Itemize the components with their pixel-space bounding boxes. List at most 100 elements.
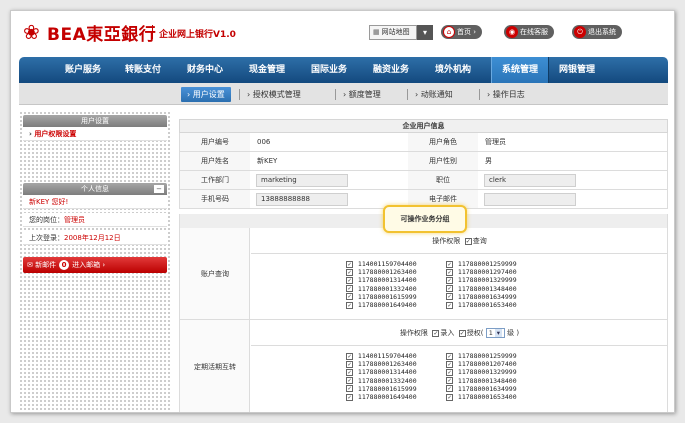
query-checkbox-label: 查询: [472, 237, 487, 245]
header: ❀ BEA東亞銀行 企业网上银行V1.0 ▦ 网站地图 ▾ ⌂ 首页 › ◉ 在线客服…: [11, 11, 674, 53]
table-row: 工作部门 marketing 职位 clerk: [179, 171, 668, 190]
list-item[interactable]: ✓ 117880001615999: [346, 385, 417, 393]
table-row: 用户姓名 新KEY 用户性别 男: [179, 152, 668, 171]
subnav-divider: [407, 89, 408, 100]
list-item[interactable]: ✓ 117880001634999: [446, 293, 517, 301]
online-service-button[interactable]: ◉ 在线客服: [504, 25, 554, 39]
user-settings-panel-title: 用户设置: [23, 115, 167, 127]
subnav-divider: [335, 89, 336, 100]
enter-mailbox-link[interactable]: 进入邮箱 ›: [72, 261, 105, 269]
perm-label: 操作权限: [432, 237, 461, 245]
gender-value: 男: [485, 157, 492, 165]
list-item[interactable]: ✓ 117880001649400: [346, 301, 417, 309]
last-login-label: 上次登录：: [29, 234, 64, 242]
subnav-auth-mode-label: 授权模式管理: [252, 90, 301, 99]
sidebar-item-label: 用户权限设置: [34, 130, 77, 138]
list-item[interactable]: ✓ 117880001314400: [346, 276, 417, 284]
subnav-divider: [479, 89, 480, 100]
list-item[interactable]: ✓ 117880001348400: [446, 377, 517, 385]
list-item[interactable]: ✓ 117880001634999: [446, 385, 517, 393]
nav-account-service[interactable]: 账户服务: [65, 57, 101, 83]
subnav-log[interactable]: › 操作日志: [487, 87, 525, 102]
level-select[interactable]: 1 ▾: [485, 328, 505, 338]
fixed-transfer-label: 定期活期互转: [180, 320, 250, 412]
query-checkbox[interactable]: ✓: [464, 237, 472, 245]
last-login-row: 上次登录：2008年12月12日: [23, 231, 167, 245]
sidebar-item-user-permission[interactable]: › 用户权限设置: [23, 127, 167, 141]
personal-info-panel-title: 个人信息 −: [23, 183, 167, 195]
nav-financing[interactable]: 融资业务: [373, 57, 409, 83]
app-window: ❀ BEA東亞銀行 企业网上银行V1.0 ▦ 网站地图 ▾ ⌂ 首页 › ◉ 在线客服…: [10, 10, 675, 413]
subnav-user-settings-label: 用户设置: [192, 90, 225, 99]
account-query-block: 账户查询 操作权限 ✓ 查询 ✓ 114001159704400 ✓ 117880…: [179, 228, 668, 320]
collapse-icon[interactable]: −: [154, 185, 164, 193]
subnav-auth-mode[interactable]: › 授权模式管理: [247, 87, 301, 102]
list-item[interactable]: ✓ 117880001329999: [446, 276, 517, 284]
list-item[interactable]: ✓ 117880001297400: [446, 268, 517, 276]
position-label: 职位: [408, 171, 478, 189]
list-item[interactable]: ✓ 117880001615999: [346, 293, 417, 301]
list-item[interactable]: ✓ 117880001314400: [346, 368, 417, 376]
bank-logo-text: BEA東亞銀行: [47, 25, 157, 45]
phone-input[interactable]: 13888888888: [256, 193, 348, 206]
approve-checkbox[interactable]: ✓: [458, 329, 466, 337]
list-item[interactable]: ✓ 114001159704400: [346, 260, 417, 268]
position-input[interactable]: clerk: [484, 174, 576, 187]
dept-label: 工作部门: [180, 171, 250, 189]
name-value: 新KEY: [257, 157, 278, 165]
account-list-col2: ✓ 117880001259999 ✓ 117880001297400 ✓ 11…: [446, 260, 517, 309]
list-item[interactable]: ✓ 117880001207400: [446, 360, 517, 368]
list-item[interactable]: ✓ 117880001263400: [346, 268, 417, 276]
subnav-notify-label: 动账通知: [420, 90, 453, 99]
fixed-transfer-permissions: 操作权限 ✓ 录入 ✓ 授权( 1 ▾ 级 ): [251, 320, 668, 346]
list-item[interactable]: ✓ 117880001332400: [346, 285, 417, 293]
list-item[interactable]: ✓ 117880001348400: [446, 285, 517, 293]
transfer-account-list-col1: ✓ 114001159704400 ✓ 117880001263400 ✓ 11…: [346, 352, 417, 401]
logo-divider: [152, 25, 153, 39]
nav-transfer-payment[interactable]: 转账支付: [125, 57, 161, 83]
fixed-transfer-block: 定期活期互转 操作权限 ✓ 录入 ✓ 授权( 1 ▾ 级 ) ✓ 1140011597…: [179, 320, 668, 412]
nav-cash-management[interactable]: 现金管理: [249, 57, 285, 83]
chat-icon: ◉: [506, 26, 518, 38]
nav-overseas[interactable]: 境外机构: [435, 57, 471, 83]
account-query-label: 账户查询: [180, 228, 250, 319]
list-item[interactable]: ✓ 117880001332400: [346, 377, 417, 385]
dept-input[interactable]: marketing: [256, 174, 348, 187]
email-input[interactable]: [484, 193, 576, 206]
nav-finance-center[interactable]: 财务中心: [187, 57, 223, 83]
list-item[interactable]: ✓ 117880001259999: [446, 352, 517, 360]
list-item[interactable]: ✓ 117880001329999: [446, 368, 517, 376]
mail-bar[interactable]: ✉ 新邮件 0 进入邮箱 ›: [23, 257, 167, 273]
chevron-down-icon[interactable]: ▾: [417, 25, 433, 40]
list-item[interactable]: ✓ 117880001653400: [446, 301, 517, 309]
account-query-label-text: 账户查询: [201, 269, 229, 278]
list-item[interactable]: ✓ 114001159704400: [346, 352, 417, 360]
home-button[interactable]: ⌂ 首页 ›: [441, 25, 483, 39]
entry-checkbox-label: 录入: [440, 329, 455, 337]
subnav-user-settings[interactable]: › 用户设置: [181, 87, 231, 102]
sub-nav: › 用户设置 › 授权模式管理 › 额度管理 › 动账通知 › 操作日志: [19, 83, 668, 105]
list-item[interactable]: ✓ 117880001259999: [446, 260, 517, 268]
list-item[interactable]: ✓ 117880001653400: [446, 393, 517, 401]
subnav-divider: [239, 89, 240, 100]
logout-button[interactable]: ⏻ 退出系统: [572, 25, 622, 39]
bea-logo-icon: ❀: [23, 20, 40, 44]
entry-checkbox[interactable]: ✓: [432, 329, 440, 337]
list-item[interactable]: ✓ 117880001649400: [346, 393, 417, 401]
nav-system-management[interactable]: 系统管理: [491, 57, 550, 83]
sitemap-icon: ▦: [373, 28, 380, 36]
site-map-select[interactable]: ▦ 网站地图: [369, 25, 417, 40]
approve-checkbox-label: 授权(: [466, 329, 484, 337]
gender-label: 用户性别: [408, 152, 478, 170]
nav-international[interactable]: 国际业务: [311, 57, 347, 83]
user-no-value: 006: [257, 138, 271, 146]
new-mail-label: 新邮件: [35, 261, 57, 269]
list-item[interactable]: ✓ 117880001263400: [346, 360, 417, 368]
nav-ebank-management[interactable]: 网银管理: [559, 57, 595, 83]
main-content: 企业用户信息 用户编号 006 用户角色 管理员 用户姓名 新KEY 用户性别 …: [179, 119, 668, 412]
subnav-notify[interactable]: › 动账通知: [415, 87, 453, 102]
subnav-quota[interactable]: › 额度管理: [343, 87, 381, 102]
main-nav: 账户服务 转账支付 财务中心 现金管理 国际业务 融资业务 境外机构 系统管理 …: [19, 57, 668, 83]
perm-label: 操作权限: [399, 329, 428, 337]
transfer-account-list-col2: ✓ 117880001259999 ✓ 117880001207400 ✓ 11…: [446, 352, 517, 401]
